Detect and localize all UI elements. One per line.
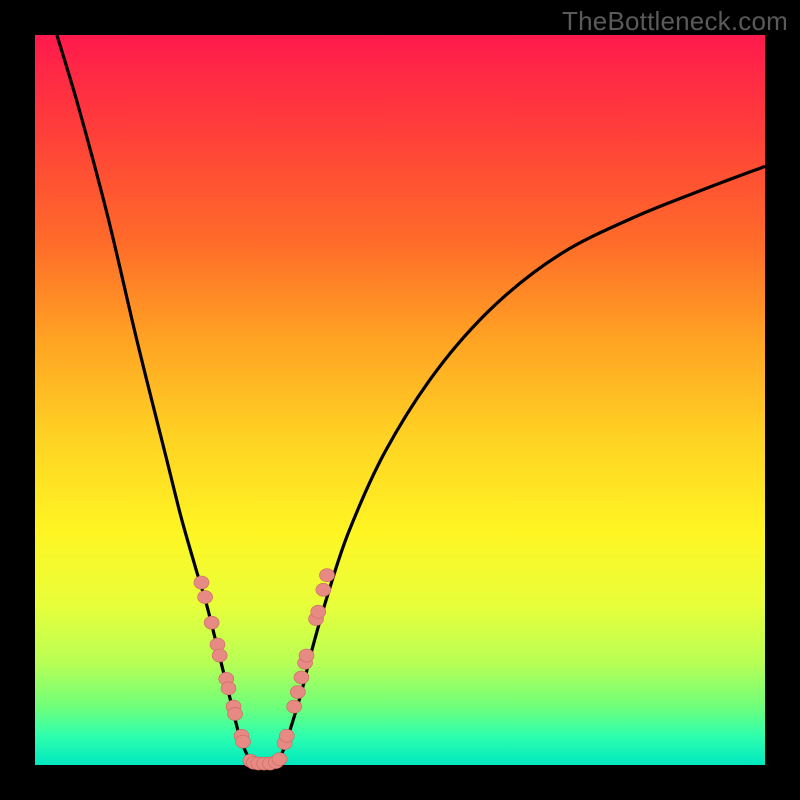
left-marker: [228, 707, 243, 720]
left-marker: [221, 682, 236, 695]
right-marker: [299, 649, 314, 662]
right-marker: [320, 569, 335, 582]
right-marker: [279, 729, 294, 742]
right-curve: [269, 166, 765, 766]
right-marker: [316, 583, 331, 596]
watermark-text: TheBottleneck.com: [562, 6, 788, 37]
left-marker: [236, 735, 251, 748]
left-marker: [194, 576, 209, 589]
right-marker: [287, 700, 302, 713]
left-marker: [198, 591, 213, 604]
right-marker: [294, 671, 309, 684]
left-marker: [212, 649, 227, 662]
valley-marker: [272, 753, 287, 766]
right-marker: [290, 686, 305, 699]
curve-layer: [57, 35, 765, 766]
left-curve: [57, 35, 261, 766]
right-marker: [311, 605, 326, 618]
marker-layer: [194, 569, 335, 770]
left-marker: [204, 616, 219, 629]
chart-svg: [35, 35, 765, 765]
